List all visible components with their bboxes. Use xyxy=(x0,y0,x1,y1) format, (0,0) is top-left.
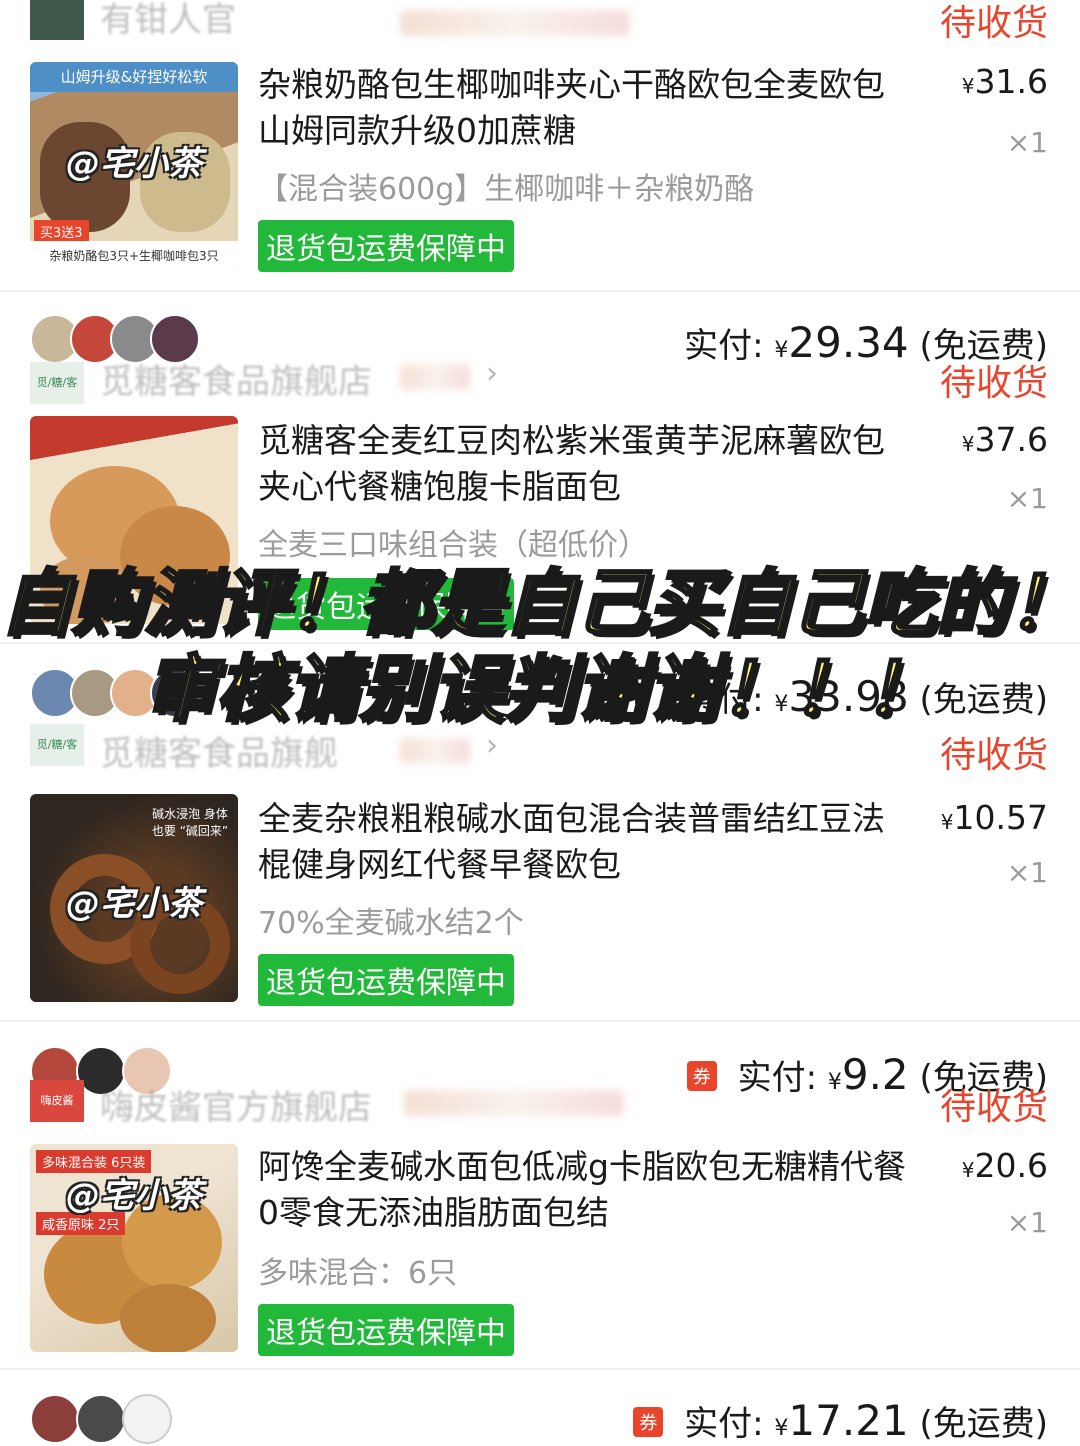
price-value: 37.6 xyxy=(974,420,1048,459)
pay-label: 实付: xyxy=(737,1058,818,1098)
image-tag: 买3送3 xyxy=(34,220,89,243)
watermark: @宅小茶 xyxy=(66,884,202,924)
order-4-item[interactable]: 多味混合装 6只装 咸香原味 2只 @宅小茶 阿馋全麦碱水面包低减g卡脂欧包无糖… xyxy=(0,1144,1080,1376)
unit-price: ¥31.6 xyxy=(962,62,1048,101)
watermark: @宅小茶 xyxy=(66,1176,202,1216)
shop-logo: 嗨皮酱 xyxy=(30,1080,84,1122)
product-title[interactable]: 觅糖客全麦红豆肉松紫米蛋黄芋泥麻薯欧包夹心代餐糖饱腹卡脂面包 xyxy=(258,418,908,510)
return-shipping-badge: 退货包运费保障中 xyxy=(258,954,514,1006)
order-status: 待收货 xyxy=(939,1087,1048,1128)
unit-price: ¥10.57 xyxy=(941,798,1048,837)
blurred-shop-info xyxy=(404,1090,624,1116)
quantity: ×1 xyxy=(1006,856,1048,889)
currency-symbol: ¥ xyxy=(961,1158,975,1182)
image-banner: 山姆升级&好捏好松软 xyxy=(30,62,238,92)
shop-name[interactable]: 有钳人官 xyxy=(100,0,236,41)
shop-name[interactable]: 觅糖客食品旗舰店 xyxy=(100,354,372,403)
product-image[interactable]: 山姆升级&好捏好松软 @宅小茶 买3送3 杂粮奶酪包3只+生椰咖啡包3只 xyxy=(30,62,238,270)
blurred-shop-info xyxy=(400,738,470,764)
blurred-shop-info xyxy=(400,364,470,390)
pay-amount: 29.34 xyxy=(788,318,909,367)
product-image[interactable]: 多味混合装 6只装 咸香原味 2只 @宅小茶 xyxy=(30,1144,238,1352)
price-value: 20.6 xyxy=(974,1146,1048,1185)
watermark: @宅小茶 xyxy=(66,144,202,184)
unit-price: ¥37.6 xyxy=(962,420,1048,459)
order-5-pay-total: 券 实付: ¥17.21 (免运费) xyxy=(633,1396,1048,1445)
shop-logo: 觅/糖/客 xyxy=(30,362,84,404)
avatar xyxy=(122,1394,172,1444)
overlay-caption-line-2: 审核请别误判谢谢！！！ xyxy=(142,646,937,733)
price-value: 31.6 xyxy=(974,62,1048,101)
product-image[interactable]: 碱水浸泡 身体也要 “碱回来” @宅小茶 xyxy=(30,794,238,1002)
avatar xyxy=(76,1394,126,1444)
coupon-icon: 券 xyxy=(633,1407,664,1437)
order-1-item[interactable]: 山姆升级&好捏好松软 @宅小茶 买3送3 杂粮奶酪包3只+生椰咖啡包3只 杂粮奶… xyxy=(0,62,1080,294)
currency-symbol: ¥ xyxy=(940,810,954,834)
pay-label: 实付: xyxy=(684,326,764,366)
product-title[interactable]: 全麦杂粮粗粮碱水面包混合装普雷结红豆法棍健身网红代餐早餐欧包 xyxy=(258,796,908,888)
image-text: 碱水浸泡 身体也要 “碱回来” xyxy=(151,807,229,838)
product-title[interactable]: 阿馋全麦碱水面包低减g卡脂欧包无糖精代餐0零食无添油脂肪面包结 xyxy=(258,1144,908,1236)
unit-price: ¥20.6 xyxy=(962,1146,1048,1185)
product-spec: 70%全麦碱水结2个 xyxy=(258,906,524,941)
divider xyxy=(0,1368,1080,1370)
image-caption: 杂粮奶酪包3只+生椰咖啡包3只 xyxy=(30,241,238,270)
blurred-shop-info xyxy=(400,10,630,36)
product-spec: 多味混合：6只 xyxy=(258,1256,458,1291)
shop-name[interactable]: 嗨皮酱官方旗舰店 xyxy=(100,1080,372,1129)
quantity: ×1 xyxy=(1006,482,1048,515)
return-shipping-badge: 退货包运费保障中 xyxy=(258,1304,514,1356)
pay-amount: 17.21 xyxy=(788,1396,909,1445)
currency-symbol: ¥ xyxy=(827,1070,842,1095)
return-shipping-badge: 退货包运费保障中 xyxy=(258,220,514,272)
order-status: 待收货 xyxy=(939,3,1048,44)
currency-symbol: ¥ xyxy=(961,432,975,456)
pay-label: 实付: xyxy=(684,1404,764,1444)
quantity: ×1 xyxy=(1006,126,1048,159)
shop-logo xyxy=(30,0,84,40)
pay-amount: 9.2 xyxy=(841,1050,909,1099)
chevron-right-icon[interactable]: › xyxy=(486,356,498,391)
product-spec: 【混合装600g】生椰咖啡＋杂粮奶酪 xyxy=(258,172,755,207)
currency-symbol: ¥ xyxy=(774,338,789,363)
bread-shape xyxy=(120,1284,216,1352)
coupon-icon: 券 xyxy=(686,1061,717,1091)
price-value: 10.57 xyxy=(953,798,1048,837)
currency-symbol: ¥ xyxy=(774,1416,789,1441)
order-status: 待收货 xyxy=(939,363,1048,404)
currency-symbol: ¥ xyxy=(961,74,975,98)
avatar xyxy=(30,1394,80,1444)
order-3-item[interactable]: 碱水浸泡 身体也要 “碱回来” @宅小茶 全麦杂粮粗粮碱水面包混合装普雷结红豆法… xyxy=(0,794,1080,1026)
shipping-note: (免运费) xyxy=(919,1404,1048,1444)
divider xyxy=(0,290,1080,292)
product-title[interactable]: 杂粮奶酪包生椰咖啡夹心干酪欧包全麦欧包山姆同款升级0加蔗糖 xyxy=(258,62,908,154)
quantity: ×1 xyxy=(1006,1206,1048,1239)
divider xyxy=(0,1020,1080,1022)
